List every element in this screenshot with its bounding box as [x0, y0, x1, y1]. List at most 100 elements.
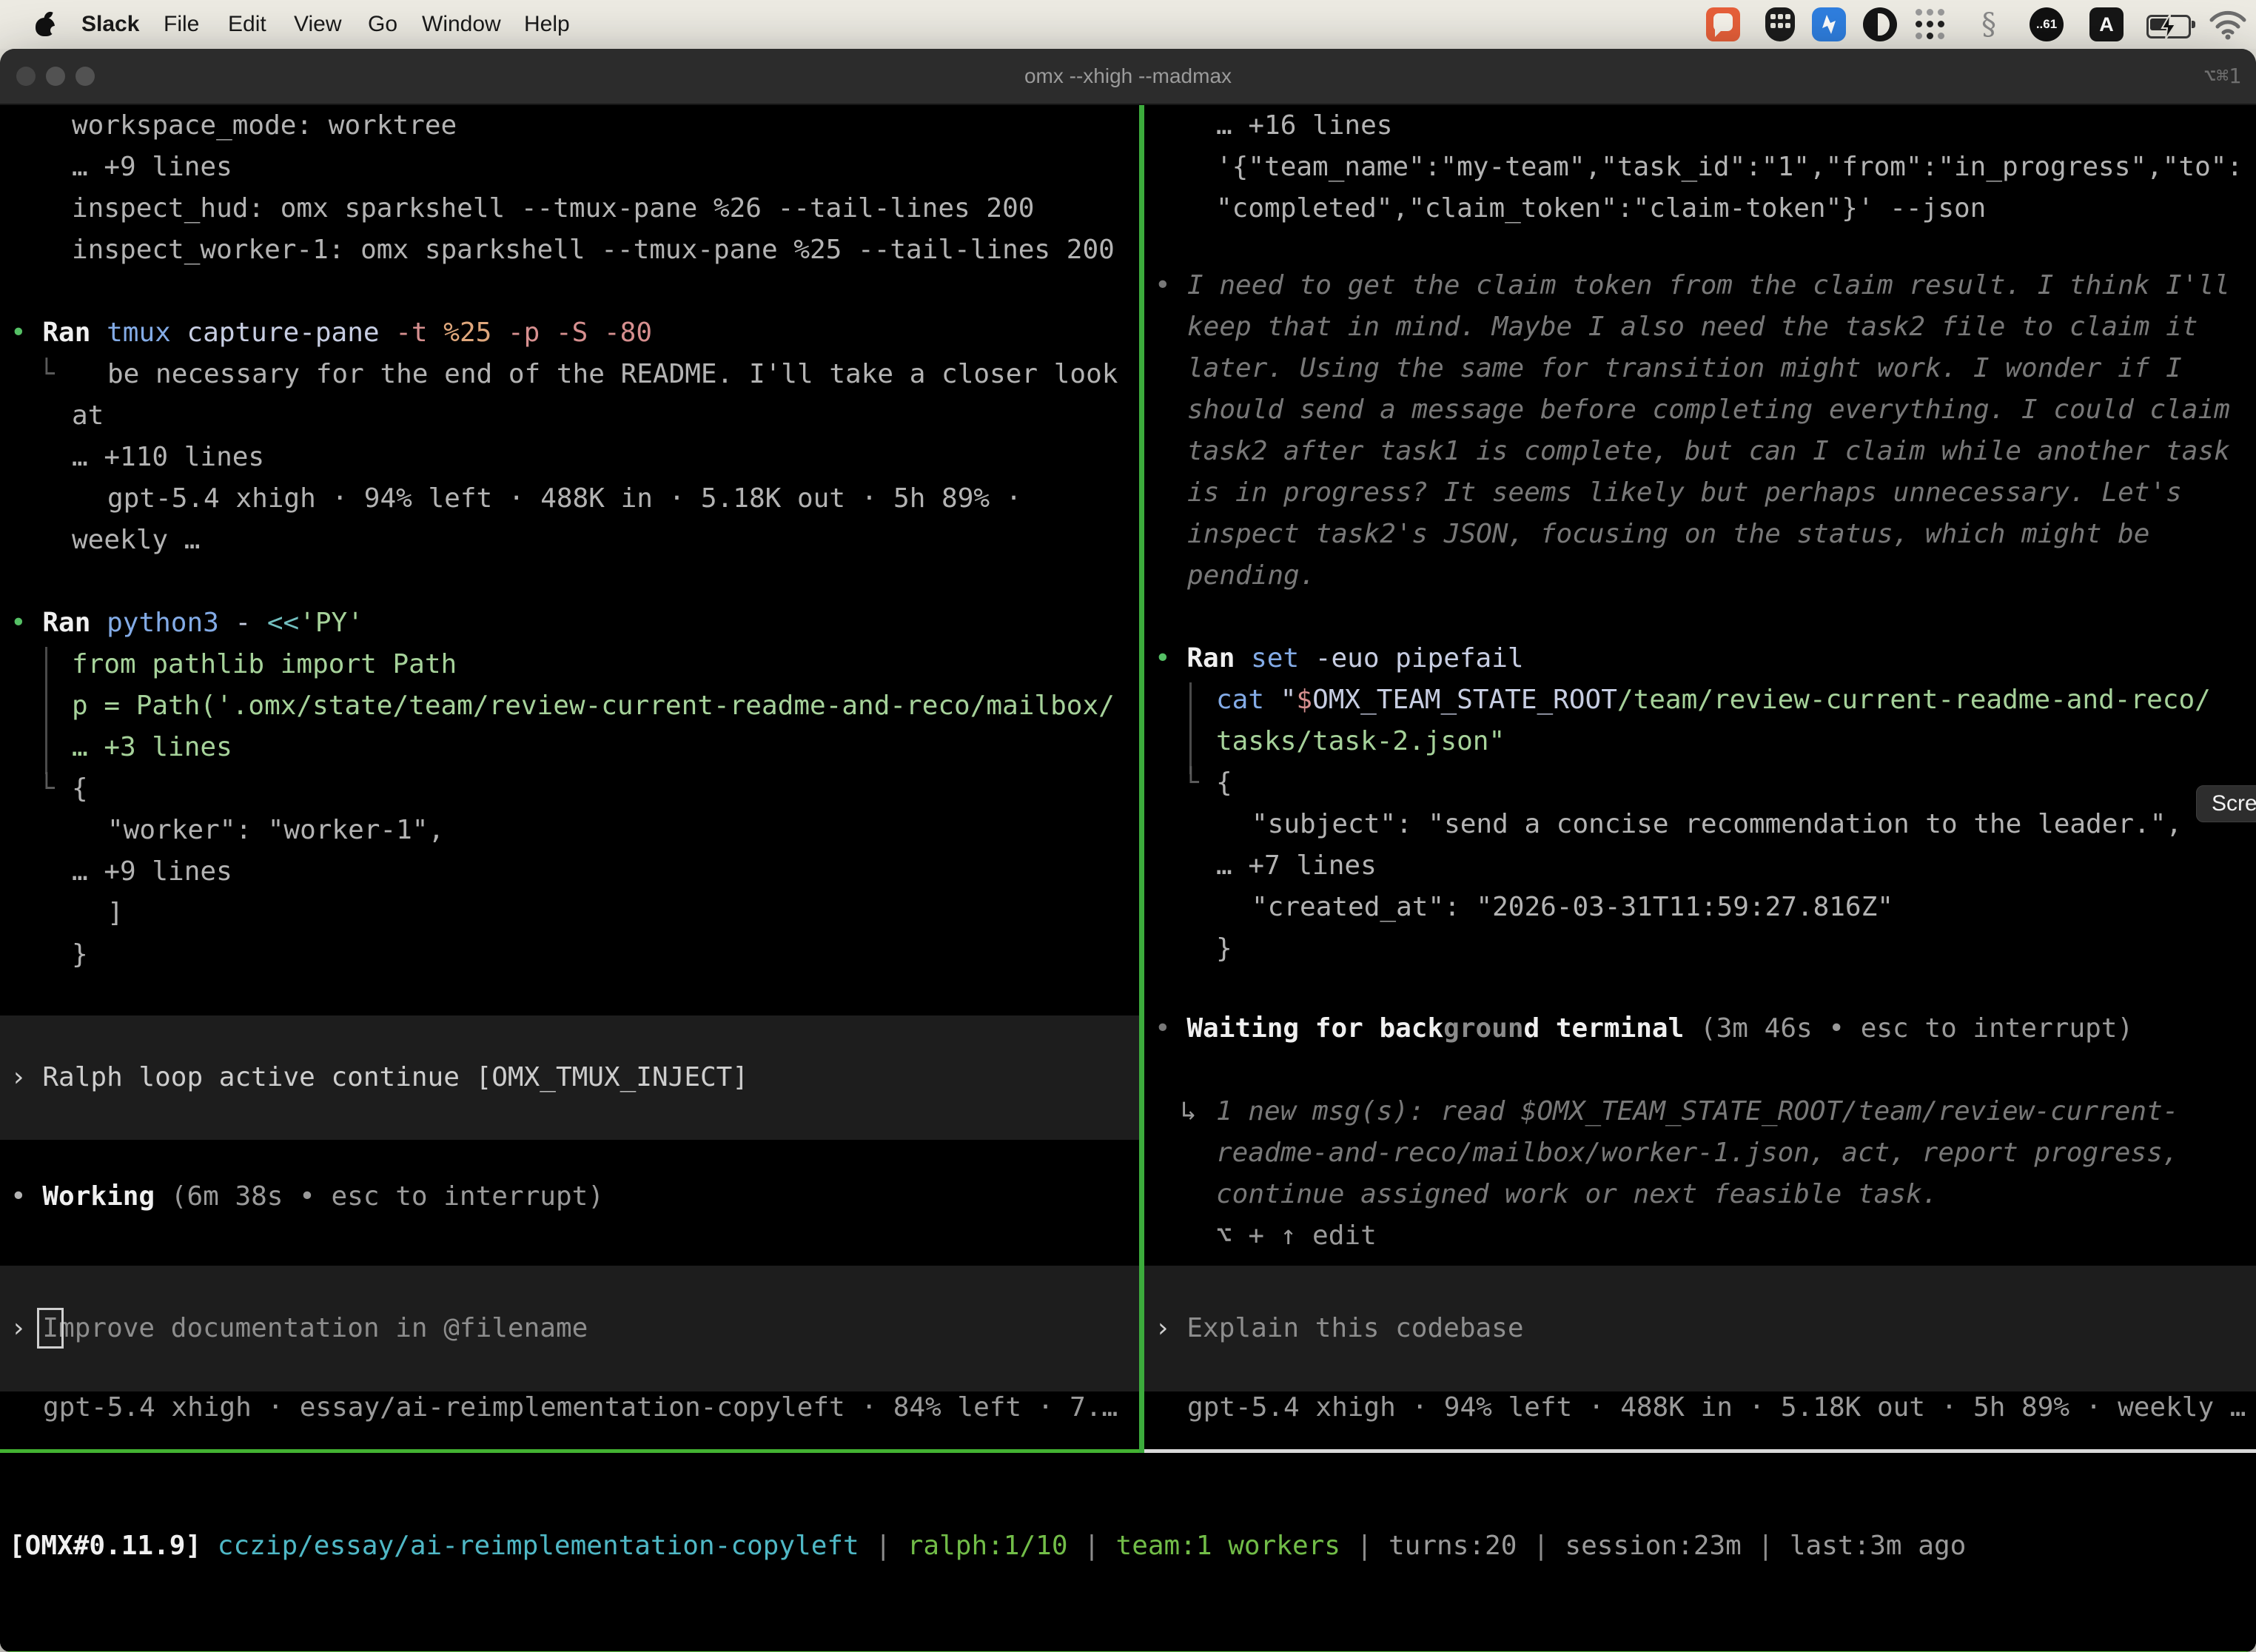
- bullet-icon: •: [1155, 265, 1171, 306]
- output-line: … +7 lines: [1216, 845, 1377, 887]
- log-line: inspect_hud: omx sparkshell --tmux-pane …: [72, 188, 1034, 229]
- output-line: ]: [107, 893, 124, 934]
- bullet-icon: •: [10, 1181, 27, 1212]
- thinking-line: keep that in mind. Maybe I also need the…: [1187, 306, 2198, 348]
- omx-team: team:1 workers: [1116, 1531, 1340, 1561]
- waiting-status: • Waiting for background terminal (3m 46…: [1155, 1008, 2133, 1050]
- omx-path: cczip/essay/ai-reimplementation-copyleft: [218, 1531, 859, 1561]
- working-status: • Working (6m 38s • esc to interrupt): [10, 1176, 604, 1218]
- thinking-line: should send a message before completing …: [1187, 389, 2230, 431]
- ran-python-command: • Ran python3 - <<'PY': [10, 602, 363, 644]
- battery-percent-badge[interactable]: ..61: [2030, 7, 2064, 41]
- log-line: inspect_worker-1: omx sparkshell --tmux-…: [72, 229, 1115, 271]
- chevron-icon: ›: [1155, 1313, 1171, 1343]
- pane-hud: … +16 lines '{"team_name":"my-team","tas…: [1144, 105, 2256, 1449]
- chevron-icon: ›: [10, 1062, 27, 1092]
- omx-session: session:23m: [1565, 1531, 1741, 1561]
- model-status-line: gpt-5.4 xhigh · essay/ai-reimplementatio…: [43, 1387, 1118, 1428]
- menu-app-name[interactable]: Slack: [81, 0, 139, 49]
- hook-icon[interactable]: §: [1972, 7, 2006, 41]
- output-line: }: [72, 934, 88, 976]
- ralph-loop-banner: › Ralph loop active continue [OMX_TMUX_I…: [0, 1015, 1139, 1140]
- output-line: "created_at": "2026-03-31T11:59:27.816Z": [1252, 887, 1893, 928]
- mailbox-arrow-icon: ↳: [1181, 1091, 1197, 1132]
- apple-menu-icon[interactable]: [36, 13, 55, 36]
- omx-status-line: [OMX#0.11.9] cczip/essay/ai-reimplementa…: [9, 1525, 1966, 1567]
- bullet-icon: •: [10, 608, 27, 638]
- window-shortcut: ⌥⌘1: [2203, 49, 2241, 104]
- output-line: weekly …: [72, 520, 200, 561]
- input-placeholder: Explain this codebase: [1186, 1313, 1523, 1343]
- chat-app-icon[interactable]: [1706, 7, 1740, 41]
- elbow-icon: └: [1183, 762, 1199, 804]
- elbow-icon: └: [38, 768, 55, 810]
- window-titlebar[interactable]: omx --xhigh --madmax ⌥⌘1: [0, 49, 2256, 105]
- cat-command-line: cat "$OMX_TEAM_STATE_ROOT/team/review-cu…: [1216, 679, 2211, 721]
- output-line: "worker": "worker-1",: [107, 810, 444, 851]
- thinking-line: task2 after task1 is complete, but can I…: [1187, 431, 2230, 472]
- edit-hint: ⌥ + ↑ edit: [1216, 1215, 1377, 1257]
- bullet-icon: •: [1155, 643, 1171, 674]
- bullet-icon: •: [10, 318, 27, 348]
- terminal-window: omx --xhigh --madmax ⌥⌘1 workspace_mode:…: [0, 49, 2256, 1652]
- terminal-content: workspace_mode: worktree … +9 lines insp…: [0, 105, 2256, 1652]
- password-shield-icon[interactable]: [1763, 7, 1797, 41]
- menu-view[interactable]: View: [294, 0, 341, 49]
- log-line: workspace_mode: worktree: [72, 105, 457, 147]
- moon-icon[interactable]: [1863, 7, 1897, 41]
- chevron-icon: ›: [10, 1313, 27, 1343]
- wifi-icon[interactable]: [2209, 7, 2243, 41]
- mailbox-note-line: readme-and-reco/mailbox/worker-1.json, a…: [1216, 1132, 2178, 1174]
- pane-bottom-border-right: [1144, 1449, 2256, 1453]
- output-line: {: [72, 768, 88, 810]
- output-line: "subject": "send a concise recommendatio…: [1252, 804, 2182, 845]
- menu-window[interactable]: Window: [422, 0, 501, 49]
- log-line: … +9 lines: [72, 147, 232, 188]
- pane-worker: workspace_mode: worktree … +9 lines insp…: [0, 105, 1139, 1449]
- input-placeholder: mprove documentation in @filename: [58, 1313, 588, 1343]
- code-block-rule: [1189, 682, 1192, 774]
- ran-tmux-command: • Ran tmux capture-pane -t %25 -p -S -80: [10, 312, 652, 354]
- omx-version: [OMX#0.11.9]: [9, 1531, 218, 1561]
- log-line: … +16 lines: [1216, 105, 1392, 147]
- menu-file[interactable]: File: [164, 0, 199, 49]
- code-line: p = Path('.omx/state/team/review-current…: [72, 685, 1115, 727]
- window-title: omx --xhigh --madmax: [0, 49, 2256, 104]
- menu-bar: Slack File Edit View Go Window Help § ..…: [0, 0, 2256, 49]
- output-line: {: [1216, 762, 1232, 804]
- output-line: be necessary for the end of the README. …: [107, 354, 1118, 395]
- dots-grid-icon[interactable]: [1913, 7, 1947, 41]
- battery-icon[interactable]: [2146, 15, 2191, 38]
- omx-turns: turns:20: [1389, 1531, 1517, 1561]
- thinking-line: is in progress? It seems likely but perh…: [1187, 472, 2182, 514]
- mailbox-note-line: continue assigned work or next feasible …: [1216, 1174, 1938, 1215]
- output-line: }: [1216, 928, 1232, 970]
- code-line: … +3 lines: [72, 727, 232, 768]
- log-line: '{"team_name":"my-team","task_id":"1","f…: [1216, 147, 2243, 188]
- text-cursor: I: [42, 1313, 58, 1343]
- mailbox-note-line: 1 new msg(s): read $OMX_TEAM_STATE_ROOT/…: [1216, 1091, 2178, 1132]
- ralph-loop-text: Ralph loop active continue [OMX_TMUX_INJ…: [42, 1062, 748, 1092]
- apple-body: [36, 18, 55, 36]
- input-source-icon[interactable]: A: [2089, 7, 2124, 41]
- prompt-input-right[interactable]: › Explain this codebase: [1144, 1266, 2256, 1391]
- omx-last: last:3m ago: [1790, 1531, 1966, 1561]
- menu-help[interactable]: Help: [524, 0, 570, 49]
- code-block-rule: [45, 647, 47, 774]
- output-line: at: [72, 395, 104, 437]
- ran-set-command: • Ran set -euo pipefail: [1155, 638, 1524, 679]
- log-line: "completed","claim_token":"claim-token"}…: [1216, 188, 1986, 229]
- output-line: … +110 lines: [72, 437, 264, 478]
- omx-ralph: ralph:1/10: [907, 1531, 1068, 1561]
- spark-badge-icon[interactable]: [1812, 7, 1846, 41]
- pane-bottom-border-left: [0, 1449, 1139, 1453]
- prompt-input-left[interactable]: › Improve documentation in @filename: [0, 1266, 1139, 1391]
- bullet-icon: •: [1155, 1013, 1171, 1044]
- pane-divider: [1139, 105, 1144, 1453]
- thinking-line: pending.: [1187, 555, 1315, 597]
- output-line: gpt-5.4 xhigh · 94% left · 488K in · 5.1…: [107, 478, 1021, 520]
- menu-go[interactable]: Go: [368, 0, 397, 49]
- code-line: from pathlib import Path: [72, 644, 457, 685]
- menu-edit[interactable]: Edit: [228, 0, 266, 49]
- screen-tooltip: Scre: [2196, 785, 2256, 822]
